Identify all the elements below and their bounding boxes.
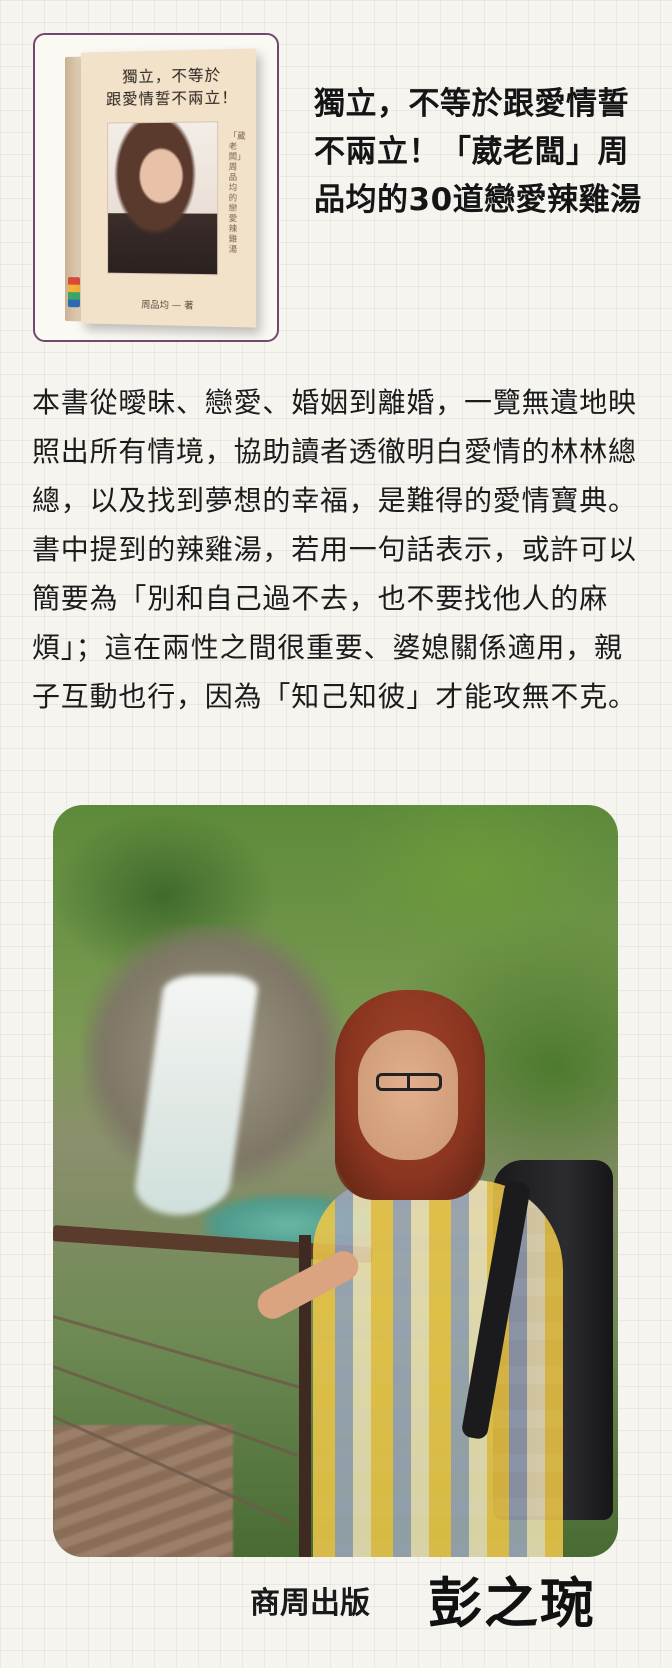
book-title-headline: 獨立，不等於跟愛情誓不兩立！「葳老闆」周品均的30道戀愛辣雞湯 — [314, 86, 642, 218]
cover-title-line1: 獨立，不等於 — [122, 65, 222, 86]
book-cover-card: 獨立，不等於 跟愛情誓不兩立！ 「葳老闆」周品均的戀愛辣雞湯 周品均 — 著 — [33, 33, 279, 342]
wooden-deck — [53, 1425, 233, 1557]
reviewer-figure — [252, 990, 613, 1557]
cover-portrait — [107, 121, 219, 276]
reviewer-photo — [53, 805, 618, 1557]
cover-author: 周品均 — 著 — [141, 300, 194, 312]
review-body: 本書從曖昧、戀愛、婚姻到離婚，一覽無遺地映照出所有情境，協助讀者透徹明白愛情的林… — [32, 386, 637, 713]
book-cover-image: 獨立，不等於 跟愛情誓不兩立！ 「葳老闆」周品均的戀愛辣雞湯 周品均 — 著 — [65, 48, 257, 328]
publisher-logo-icon — [67, 277, 80, 308]
cover-title-line2: 跟愛情誓不兩立！ — [106, 88, 239, 109]
cover-title: 獨立，不等於 跟愛情誓不兩立！ — [95, 63, 250, 111]
plaid-shirt — [313, 1180, 563, 1557]
reviewer-name: 彭之琬 — [428, 1571, 596, 1635]
glasses — [376, 1073, 442, 1091]
publisher-label: 商周出版 — [250, 1586, 370, 1621]
face — [358, 1030, 458, 1160]
cover-side-text: 「葳老闆」周品均的戀愛辣雞湯 — [228, 131, 246, 254]
book-front-cover: 獨立，不等於 跟愛情誓不兩立！ 「葳老闆」周品均的戀愛辣雞湯 周品均 — 著 — [80, 48, 257, 328]
